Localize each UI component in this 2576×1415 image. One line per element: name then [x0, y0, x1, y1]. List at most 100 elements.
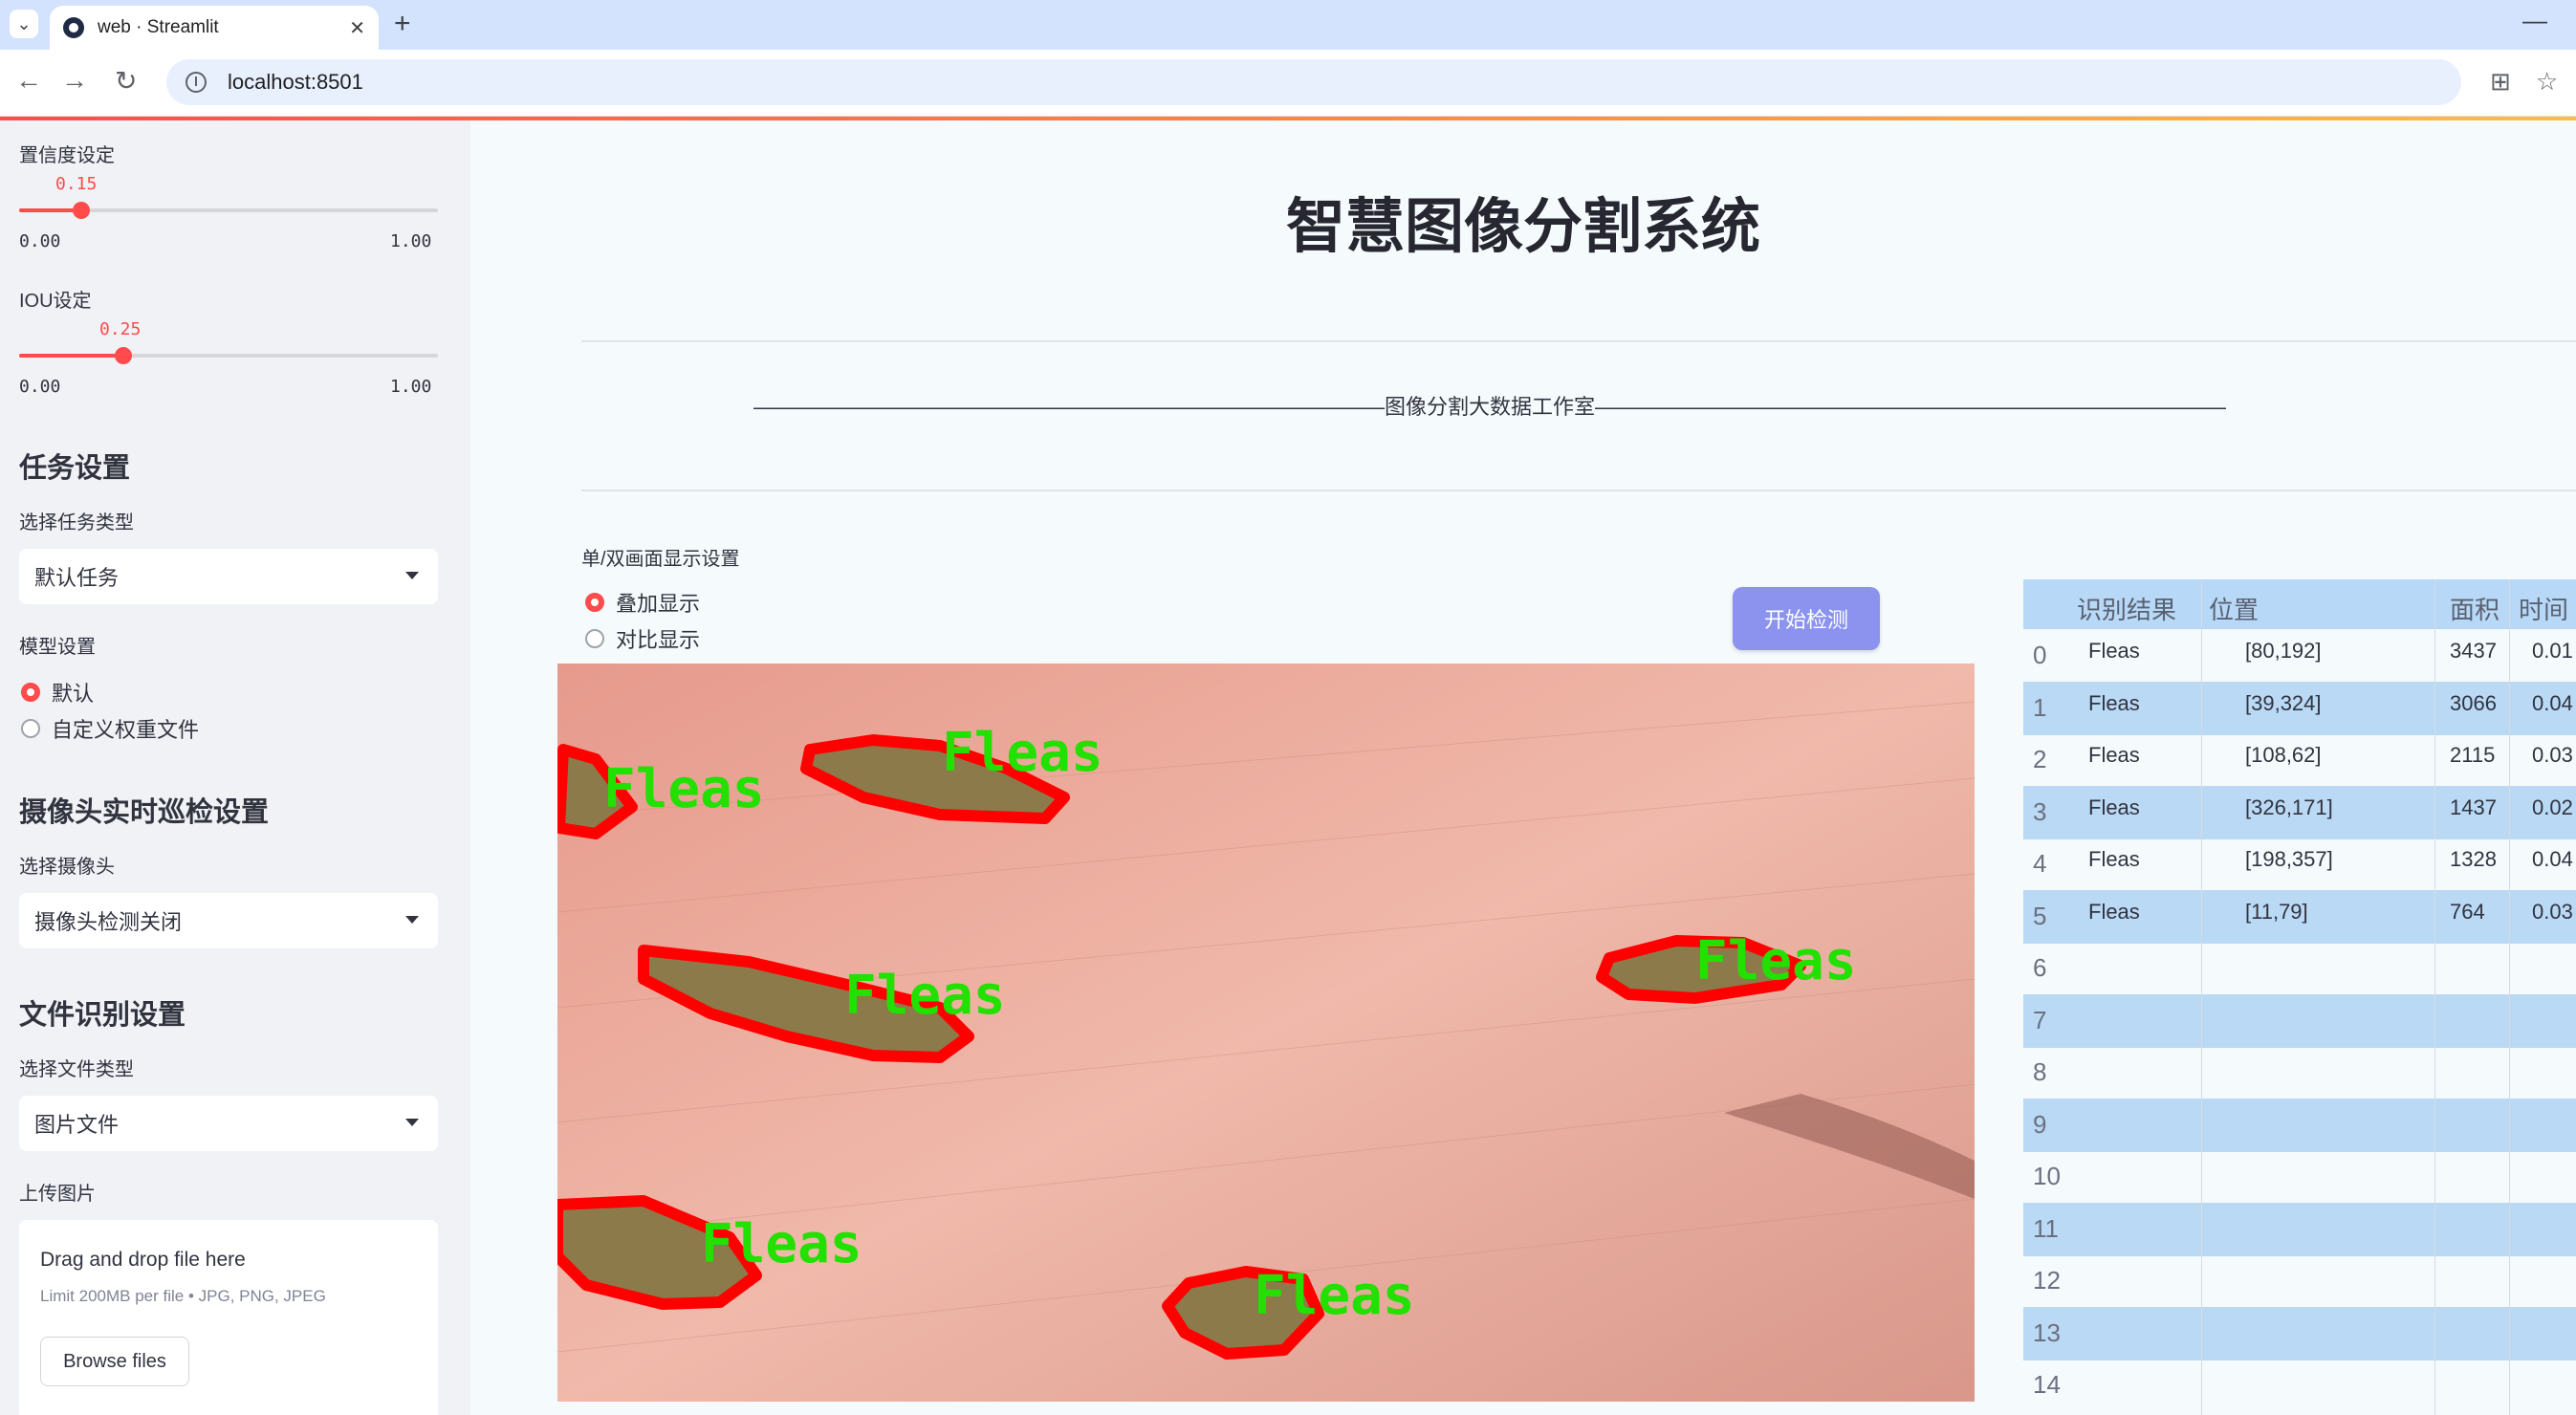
table-row[interactable]: 9 [2023, 1098, 2576, 1152]
file-type-value: 图片文件 [34, 1113, 120, 1137]
address-bar[interactable]: localhost:8501 [166, 59, 2461, 105]
table-row[interactable]: 6 [2023, 942, 2576, 995]
confidence-max: 1.00 [390, 231, 432, 251]
column-header-time[interactable]: 时间 [2519, 591, 2568, 626]
column-header-area[interactable]: 面积 [2450, 591, 2500, 626]
reload-icon[interactable]: ↻ [115, 65, 137, 97]
row-index: 9 [2033, 1109, 2047, 1139]
back-arrow-icon[interactable]: ← [15, 65, 42, 96]
cell-result: Fleas [2088, 743, 2140, 767]
model-option-custom[interactable]: 自定义权重文件 [21, 713, 199, 744]
cell-area: 1437 [2450, 795, 2497, 819]
radio-selected-icon[interactable] [21, 683, 40, 702]
camera-select[interactable]: 摄像头检测关闭 [19, 893, 438, 948]
cell-time: 0.01 [2532, 639, 2573, 663]
table-row[interactable]: 5 Fleas [11,79] 764 0.03 [2023, 889, 2576, 944]
cell-area: 764 [2450, 899, 2485, 924]
display-option-overlay[interactable]: 叠加显示 [585, 587, 700, 618]
dropzone-limit-text: Limit 200MB per file • JPG, PNG, JPEG [40, 1287, 326, 1305]
bookmark-star-icon[interactable]: ☆ [2536, 67, 2558, 97]
cell-result: Fleas [2088, 847, 2140, 871]
iou-label: IOU设定 [19, 291, 92, 312]
site-info-icon[interactable] [186, 72, 207, 93]
cell-time: 0.03 [2532, 743, 2573, 767]
browser-tabbar: ⌄ web · Streamlit ✕ + — [0, 0, 2576, 50]
row-index: 12 [2033, 1266, 2061, 1295]
table-row[interactable]: 11 [2023, 1202, 2576, 1256]
camera-settings-heading: 摄像头实时巡检设置 [19, 797, 270, 828]
cell-time: 0.02 [2532, 795, 2573, 819]
tab-close-icon[interactable]: ✕ [349, 16, 365, 40]
table-row[interactable]: 3 Fleas [326,171] 1437 0.02 [2023, 785, 2576, 839]
sidebar: 置信度设定 0.15 0.00 1.00 IOU设定 0.25 0.00 1.0… [0, 120, 470, 1415]
table-row[interactable]: 14 [2023, 1359, 2576, 1412]
cell-result: Fleas [2088, 795, 2140, 819]
table-row[interactable]: 8 [2023, 1046, 2576, 1099]
row-index: 4 [2033, 849, 2047, 878]
cell-result: Fleas [2088, 639, 2140, 663]
radio-unselected-icon[interactable] [21, 719, 40, 738]
cell-position: [39,324] [2245, 690, 2322, 715]
confidence-slider-thumb[interactable] [73, 202, 90, 219]
display-option-overlay-label: 叠加显示 [616, 592, 701, 616]
streamlit-favicon-icon [63, 17, 84, 38]
row-index: 2 [2033, 745, 2047, 773]
page-title: 智慧图像分割系统 [1285, 194, 1760, 260]
browser-toolbar: ← → ↻ localhost:8501 ⊞ ☆ [0, 50, 2576, 117]
task-type-select[interactable]: 默认任务 [19, 549, 438, 604]
iou-slider-fill [19, 354, 124, 358]
row-index: 3 [2033, 796, 2047, 826]
radio-unselected-icon[interactable] [585, 629, 604, 648]
radio-selected-icon[interactable] [585, 593, 604, 612]
chevron-down-icon [405, 1119, 419, 1126]
translate-icon[interactable]: ⊞ [2490, 67, 2511, 97]
iou-slider-thumb[interactable] [115, 347, 132, 364]
iou-min: 0.00 [19, 377, 61, 397]
table-row[interactable]: 1 Fleas [39,324] 3066 0.04 [2023, 681, 2576, 735]
table-row[interactable]: 10 [2023, 1150, 2576, 1204]
column-header-position[interactable]: 位置 [2209, 591, 2259, 626]
divider [581, 340, 2576, 342]
dropzone-text: Drag and drop file here [40, 1249, 246, 1271]
minimize-icon[interactable]: — [2522, 6, 2547, 35]
browser-tab[interactable]: web · Streamlit ✕ [50, 6, 379, 50]
file-type-label: 选择文件类型 [19, 1059, 134, 1080]
chevron-down-icon [405, 572, 419, 579]
column-header-result[interactable]: 识别结果 [2077, 591, 2176, 626]
detection-label-1: Fleas [942, 722, 1103, 784]
row-index: 5 [2033, 901, 2047, 930]
cell-position: [11,79] [2245, 899, 2308, 924]
start-detection-button[interactable]: 开始检测 [1733, 587, 1880, 650]
file-settings-heading: 文件识别设置 [19, 1000, 186, 1031]
table-row[interactable]: 4 Fleas [198,357] 1328 0.04 [2023, 838, 2576, 891]
table-row[interactable]: 7 [2023, 993, 2576, 1048]
model-option-default-label: 默认 [52, 682, 95, 706]
model-option-default[interactable]: 默认 [21, 677, 94, 708]
confidence-slider[interactable] [19, 202, 438, 219]
detection-label-2: Fleas [844, 965, 1006, 1027]
row-index: 6 [2033, 953, 2047, 982]
cell-area: 1328 [2450, 847, 2497, 871]
table-row[interactable]: 0 Fleas [80,192] 3437 0.01 [2023, 629, 2576, 683]
display-option-compare[interactable]: 对比显示 [585, 623, 700, 654]
table-row[interactable]: 13 [2023, 1306, 2576, 1361]
new-tab-plus-icon[interactable]: + [394, 8, 411, 40]
address-url[interactable]: localhost:8501 [228, 70, 363, 95]
tab-title: web · Streamlit [98, 17, 219, 37]
table-row[interactable]: 2 Fleas [108,62] 2115 0.03 [2023, 733, 2576, 787]
cell-area: 3437 [2450, 639, 2497, 663]
column-divider [2201, 579, 2202, 1415]
cell-result: Fleas [2088, 690, 2140, 715]
cell-position: [108,62] [2245, 743, 2322, 767]
table-row[interactable]: 12 [2023, 1254, 2576, 1308]
browse-files-button[interactable]: Browse files [40, 1337, 189, 1386]
file-type-select[interactable]: 图片文件 [19, 1096, 438, 1151]
forward-arrow-icon[interactable]: → [61, 65, 88, 96]
row-index: 11 [2033, 1213, 2059, 1243]
file-uploader-dropzone[interactable]: Drag and drop file here Limit 200MB per … [19, 1220, 438, 1415]
task-type-label: 选择任务类型 [19, 512, 134, 533]
cell-position: [198,357] [2245, 847, 2333, 871]
tab-list-chevron-icon[interactable]: ⌄ [10, 10, 38, 38]
iou-slider[interactable] [19, 347, 438, 364]
column-divider [2509, 579, 2510, 1415]
